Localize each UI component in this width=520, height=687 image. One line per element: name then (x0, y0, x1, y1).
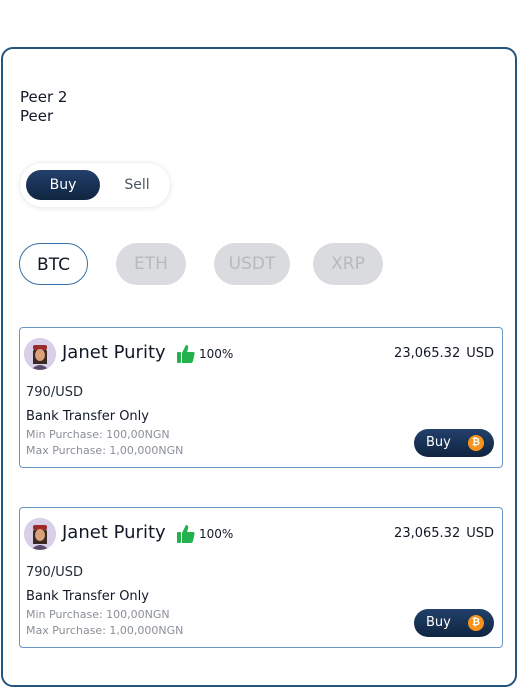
exchange-rate: 790/USD (26, 385, 83, 400)
title-line-1: Peer 2 (20, 88, 68, 106)
thumbs-up-icon (177, 345, 195, 363)
buy-sell-toggle: Buy Sell (20, 163, 170, 207)
avatar (24, 338, 56, 370)
bitcoin-icon: ₿ (468, 615, 484, 631)
amount-currency: USD (466, 346, 494, 361)
sell-tab[interactable]: Sell (112, 170, 162, 200)
coin-chip-xrp[interactable]: XRP (313, 243, 383, 285)
exchange-rate: 790/USD (26, 565, 83, 580)
trader-name[interactable]: Janet Purity (62, 342, 166, 364)
min-purchase: Min Purchase: 100,00NGN (26, 428, 170, 441)
min-purchase: Min Purchase: 100,00NGN (26, 608, 170, 621)
offer-card: Janet Purity 100% 23,065.32 USD 790/USD B… (19, 327, 503, 468)
max-purchase: Max Purchase: 1,00,000NGN (26, 444, 184, 457)
buy-button-label: Buy (426, 435, 451, 450)
amount-currency: USD (466, 526, 494, 541)
buy-tab[interactable]: Buy (26, 170, 100, 200)
user-avatar-icon (24, 338, 56, 370)
page-title: Peer 2 Peer (20, 88, 67, 126)
buy-offer-button[interactable]: Buy ₿ (414, 609, 494, 637)
buy-button-label: Buy (426, 615, 451, 630)
rating-percent: 100% (199, 527, 234, 541)
coin-chip-eth[interactable]: ETH (116, 243, 186, 285)
bitcoin-icon: ₿ (468, 435, 484, 451)
avatar (24, 518, 56, 550)
rating-percent: 100% (199, 347, 234, 361)
payment-method: Bank Transfer Only (26, 409, 149, 424)
p2p-panel: Peer 2 Peer Buy Sell BTC ETH USDT XRP Ja… (1, 47, 517, 687)
available-amount: 23,065.32 USD (394, 345, 494, 363)
title-line-2: Peer (20, 107, 54, 125)
user-avatar-icon (24, 518, 56, 550)
coin-chip-btc[interactable]: BTC (19, 243, 88, 285)
thumbs-up-icon (177, 525, 195, 543)
available-amount: 23,065.32 USD (394, 525, 494, 543)
amount-value: 23,065.32 (394, 526, 461, 541)
amount-value: 23,065.32 (394, 346, 461, 361)
trader-name[interactable]: Janet Purity (62, 522, 166, 544)
max-purchase: Max Purchase: 1,00,000NGN (26, 624, 184, 637)
offer-card: Janet Purity 100% 23,065.32 USD 790/USD B… (19, 507, 503, 648)
coin-chip-usdt[interactable]: USDT (214, 243, 290, 285)
payment-method: Bank Transfer Only (26, 589, 149, 604)
buy-offer-button[interactable]: Buy ₿ (414, 429, 494, 457)
